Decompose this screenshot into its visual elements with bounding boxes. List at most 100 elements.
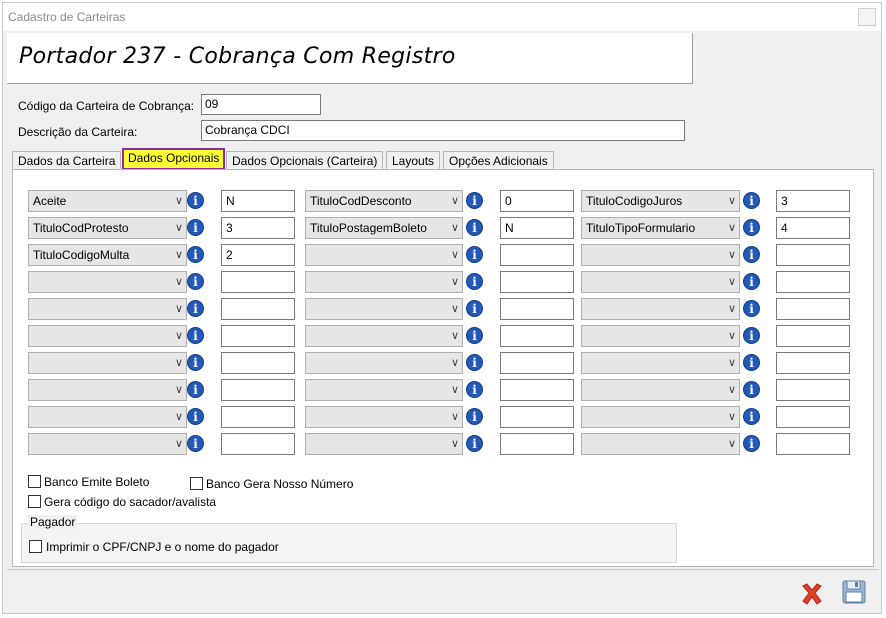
gera-codigo-sacador-checkbox[interactable] bbox=[28, 495, 41, 508]
imprimir-cpf-cnpj-checkbox[interactable] bbox=[29, 540, 42, 553]
field-value-input[interactable] bbox=[776, 433, 850, 455]
field-value-input[interactable] bbox=[776, 271, 850, 293]
field-select[interactable]: ∨ bbox=[305, 433, 463, 455]
field-value-input[interactable]: N bbox=[221, 190, 295, 212]
tab-dados-opcionais-carteira[interactable]: Dados Opcionais (Carteira) bbox=[226, 151, 384, 170]
field-select[interactable]: TituloPostagemBoleto ∨ bbox=[305, 217, 463, 239]
info-icon[interactable]: i bbox=[466, 273, 483, 290]
field-select[interactable]: ∨ bbox=[581, 244, 740, 266]
info-icon[interactable]: i bbox=[187, 435, 204, 452]
field-value-input[interactable] bbox=[221, 406, 295, 428]
field-select[interactable]: ∨ bbox=[305, 298, 463, 320]
info-icon[interactable]: i bbox=[743, 273, 760, 290]
field-value-input[interactable] bbox=[776, 298, 850, 320]
field-select[interactable]: ∨ bbox=[581, 271, 740, 293]
field-value-input[interactable] bbox=[221, 271, 295, 293]
field-select[interactable]: ∨ bbox=[305, 406, 463, 428]
field-select[interactable]: TituloTipoFormulario ∨ bbox=[581, 217, 740, 239]
info-icon[interactable]: i bbox=[187, 219, 204, 236]
codigo-carteira-input[interactable]: 09 bbox=[201, 94, 321, 115]
info-icon[interactable]: i bbox=[187, 327, 204, 344]
field-select[interactable]: ∨ bbox=[581, 379, 740, 401]
tab-dados-opcionais[interactable]: Dados Opcionais bbox=[122, 148, 226, 170]
info-icon[interactable]: i bbox=[187, 273, 204, 290]
field-value-input[interactable]: 0 bbox=[500, 190, 574, 212]
info-icon[interactable]: i bbox=[743, 381, 760, 398]
cancel-button[interactable] bbox=[799, 581, 825, 607]
field-value-input[interactable] bbox=[500, 379, 574, 401]
field-select[interactable]: ∨ bbox=[305, 352, 463, 374]
field-select[interactable]: ∨ bbox=[581, 298, 740, 320]
field-value-input[interactable]: 3 bbox=[776, 190, 850, 212]
field-value-input[interactable] bbox=[500, 298, 574, 320]
field-value-input[interactable]: 3 bbox=[221, 217, 295, 239]
info-icon[interactable]: i bbox=[743, 246, 760, 263]
field-value-input[interactable] bbox=[776, 325, 850, 347]
window-close-button[interactable] bbox=[858, 8, 876, 26]
field-value-input[interactable] bbox=[221, 352, 295, 374]
tab-opcoes-adicionais[interactable]: Opções Adicionais bbox=[443, 151, 554, 170]
field-select[interactable]: ∨ bbox=[305, 244, 463, 266]
info-icon[interactable]: i bbox=[187, 354, 204, 371]
field-value-input[interactable] bbox=[500, 325, 574, 347]
info-icon[interactable]: i bbox=[466, 354, 483, 371]
info-icon[interactable]: i bbox=[466, 300, 483, 317]
field-select[interactable]: ∨ bbox=[581, 325, 740, 347]
banco-gera-nosso-numero-checkbox[interactable] bbox=[190, 477, 203, 490]
field-select[interactable]: ∨ bbox=[28, 379, 187, 401]
field-select[interactable]: ∨ bbox=[581, 406, 740, 428]
field-select[interactable]: TituloCodigoJuros ∨ bbox=[581, 190, 740, 212]
descricao-carteira-input[interactable]: Cobrança CDCI bbox=[201, 120, 685, 141]
field-value-input[interactable] bbox=[500, 433, 574, 455]
field-value-input[interactable]: N bbox=[500, 217, 574, 239]
field-select[interactable]: ∨ bbox=[581, 433, 740, 455]
field-value-input[interactable] bbox=[221, 433, 295, 455]
field-select[interactable]: TituloCodigoMulta ∨ bbox=[28, 244, 187, 266]
info-icon[interactable]: i bbox=[187, 408, 204, 425]
field-select[interactable]: ∨ bbox=[28, 406, 187, 428]
info-icon[interactable]: i bbox=[743, 327, 760, 344]
field-select[interactable]: ∨ bbox=[28, 352, 187, 374]
info-icon[interactable]: i bbox=[743, 219, 760, 236]
info-icon[interactable]: i bbox=[466, 192, 483, 209]
info-icon[interactable]: i bbox=[466, 246, 483, 263]
field-value-input[interactable] bbox=[776, 352, 850, 374]
field-select[interactable]: ∨ bbox=[28, 325, 187, 347]
field-value-input[interactable] bbox=[500, 244, 574, 266]
info-icon[interactable]: i bbox=[187, 192, 204, 209]
field-select[interactable]: ∨ bbox=[305, 379, 463, 401]
field-value-input[interactable]: 2 bbox=[221, 244, 295, 266]
info-icon[interactable]: i bbox=[743, 192, 760, 209]
banco-emite-boleto-checkbox[interactable] bbox=[28, 475, 41, 488]
field-select[interactable]: ∨ bbox=[28, 298, 187, 320]
field-select[interactable]: ∨ bbox=[28, 271, 187, 293]
info-icon[interactable]: i bbox=[743, 354, 760, 371]
field-select[interactable]: Aceite ∨ bbox=[28, 190, 187, 212]
field-value-input[interactable] bbox=[776, 406, 850, 428]
info-icon[interactable]: i bbox=[466, 219, 483, 236]
tab-dados-carteira[interactable]: Dados da Carteira bbox=[12, 151, 122, 170]
info-icon[interactable]: i bbox=[743, 408, 760, 425]
save-button[interactable] bbox=[841, 579, 867, 605]
field-select[interactable]: ∨ bbox=[305, 271, 463, 293]
field-value-input[interactable] bbox=[221, 325, 295, 347]
tab-layouts[interactable]: Layouts bbox=[386, 151, 441, 170]
field-value-input[interactable]: 4 bbox=[776, 217, 850, 239]
field-select[interactable]: TituloCodDesconto ∨ bbox=[305, 190, 463, 212]
info-icon[interactable]: i bbox=[187, 246, 204, 263]
field-value-input[interactable] bbox=[221, 379, 295, 401]
info-icon[interactable]: i bbox=[743, 300, 760, 317]
info-icon[interactable]: i bbox=[466, 408, 483, 425]
field-select[interactable]: ∨ bbox=[28, 433, 187, 455]
info-icon[interactable]: i bbox=[466, 327, 483, 344]
info-icon[interactable]: i bbox=[187, 381, 204, 398]
field-select[interactable]: ∨ bbox=[581, 352, 740, 374]
field-value-input[interactable] bbox=[500, 406, 574, 428]
info-icon[interactable]: i bbox=[187, 300, 204, 317]
info-icon[interactable]: i bbox=[743, 435, 760, 452]
info-icon[interactable]: i bbox=[466, 381, 483, 398]
field-select[interactable]: ∨ bbox=[305, 325, 463, 347]
field-value-input[interactable] bbox=[500, 352, 574, 374]
field-select[interactable]: TituloCodProtesto ∨ bbox=[28, 217, 187, 239]
field-value-input[interactable] bbox=[776, 244, 850, 266]
